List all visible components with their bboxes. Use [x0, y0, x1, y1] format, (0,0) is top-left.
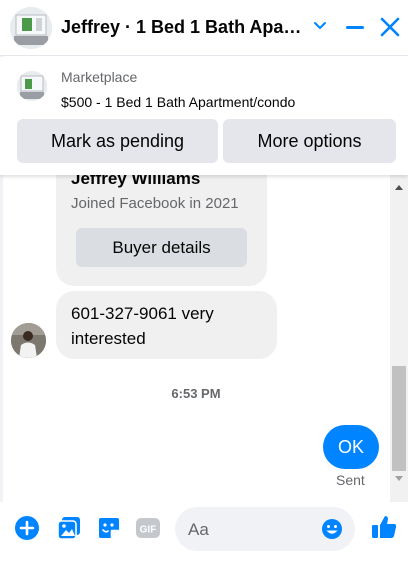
- buyer-details-button[interactable]: Buyer details: [76, 228, 247, 267]
- sticker-icon[interactable]: [96, 515, 122, 541]
- sender-avatar[interactable]: [11, 323, 46, 358]
- buyer-joined-date: Joined Facebook in 2021: [71, 195, 239, 212]
- message-input-placeholder: Aa: [188, 520, 209, 539]
- message-timestamp: 6:53 PM: [171, 386, 221, 401]
- scroll-up-arrow[interactable]: [395, 185, 403, 190]
- more-options-button[interactable]: More options: [223, 119, 396, 163]
- incoming-message[interactable]: 601-327-9061 very interested: [56, 291, 277, 359]
- svg-text:GIF: GIF: [140, 525, 157, 536]
- buyer-profile-card: Jeffrey Williams Joined Facebook in 2021…: [56, 175, 267, 286]
- scrollbar-thumb[interactable]: [392, 366, 406, 471]
- conversation-title[interactable]: Jeffrey · 1 Bed 1 Bath Apart…: [61, 17, 306, 38]
- message-input[interactable]: Aa: [175, 507, 355, 551]
- like-icon[interactable]: [370, 513, 398, 541]
- marketplace-listing-card: Marketplace $500 - 1 Bed 1 Bath Apartmen…: [0, 57, 408, 175]
- close-icon[interactable]: [378, 15, 402, 39]
- scroll-down-arrow[interactable]: [395, 476, 403, 481]
- message-composer: GIF Aa: [0, 502, 408, 562]
- marketplace-label: Marketplace: [61, 69, 138, 85]
- listing-avatar[interactable]: [10, 7, 52, 49]
- listing-thumbnail[interactable]: [17, 71, 47, 101]
- sent-status: Sent: [336, 472, 365, 488]
- outgoing-message[interactable]: OK: [323, 425, 379, 469]
- buyer-name: Jeffrey Williams: [71, 175, 201, 188]
- photo-icon[interactable]: [56, 515, 82, 541]
- minimize-icon[interactable]: [344, 16, 366, 38]
- listing-description[interactable]: $500 - 1 Bed 1 Bath Apartment/condo: [61, 94, 295, 110]
- gif-icon[interactable]: GIF: [135, 515, 161, 541]
- message-list: Jeffrey Williams Joined Facebook in 2021…: [0, 175, 390, 502]
- chat-header: Jeffrey · 1 Bed 1 Bath Apart…: [0, 0, 408, 56]
- scrollbar[interactable]: [390, 175, 408, 502]
- emoji-icon[interactable]: [321, 518, 343, 540]
- mark-as-pending-button[interactable]: Mark as pending: [17, 119, 218, 163]
- plus-icon[interactable]: [14, 515, 40, 541]
- chevron-down-icon[interactable]: [312, 17, 328, 33]
